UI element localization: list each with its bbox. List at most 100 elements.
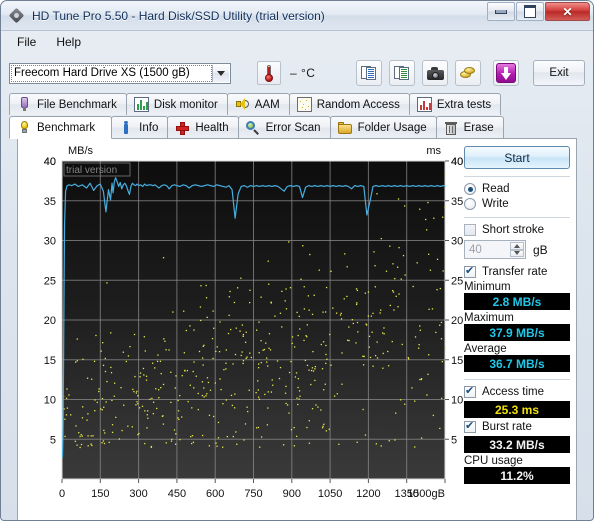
svg-text:0: 0 <box>59 488 65 500</box>
folder-icon <box>337 121 353 136</box>
coins-icon[interactable] <box>455 60 481 86</box>
spinner-arrows[interactable] <box>510 242 524 257</box>
toolbar-buttons: Exit <box>349 60 585 86</box>
svg-text:1050: 1050 <box>318 488 342 500</box>
menu-item-help[interactable]: Help <box>46 33 91 51</box>
magnifier-icon <box>245 120 261 136</box>
svg-text:300: 300 <box>129 488 147 500</box>
svg-text:450: 450 <box>168 488 186 500</box>
svg-text:MB/s: MB/s <box>68 145 94 157</box>
tab-row-secondary: Benchmark Info Health Error Scan Folder … <box>9 116 585 139</box>
tab-label: Error Scan <box>265 122 321 134</box>
tab-error-scan[interactable]: Error Scan <box>237 116 331 139</box>
drive-select-dropdown[interactable]: Freecom Hard Drive XS (1500 gB) <box>9 62 231 84</box>
checkbox-transfer-rate[interactable]: Transfer rate <box>464 264 570 278</box>
exit-button[interactable]: Exit <box>533 60 585 86</box>
tab-random-access[interactable]: Random Access <box>288 93 410 115</box>
checkbox-access-time-label: Access time <box>482 386 544 398</box>
tab-info[interactable]: Info <box>111 116 169 139</box>
svg-text:1200: 1200 <box>356 488 380 500</box>
svg-text:ms: ms <box>426 145 441 157</box>
tab-label: Health <box>195 122 229 134</box>
tab-aam[interactable]: AAM <box>226 93 290 115</box>
maximize-button[interactable] <box>516 2 544 21</box>
tab-label: Benchmark <box>37 121 96 134</box>
checkbox-burst-rate-label: Burst rate <box>482 421 532 433</box>
checkbox-burst-rate[interactable]: Burst rate <box>464 419 570 433</box>
tab-folder-usage[interactable]: Folder Usage <box>329 116 437 139</box>
benchmark-options-panel: Start Read Write Short stroke 40 gB ✔ Tr… <box>458 139 576 520</box>
svg-text:25: 25 <box>44 275 56 287</box>
tab-benchmark[interactable]: Benchmark <box>9 116 113 139</box>
tab-erase[interactable]: Erase <box>435 116 504 139</box>
radio-write-indicator[interactable] <box>464 198 476 210</box>
trash-icon <box>444 121 459 136</box>
stat-cpu-usage-label: CPU usage <box>464 455 523 467</box>
download-icon[interactable] <box>493 60 519 86</box>
svg-text:5: 5 <box>50 434 56 446</box>
tab-label: Random Access <box>316 98 400 111</box>
title-bar: HD Tune Pro 5.50 - Hard Disk/SSD Utility… <box>1 1 593 31</box>
short-stroke-size-input[interactable]: 40 <box>464 240 526 259</box>
menu-item-file[interactable]: File <box>7 33 46 51</box>
minimize-button[interactable] <box>487 2 515 21</box>
toolbar: Freecom Hard Drive XS (1500 gB) – °C Exi… <box>1 53 593 93</box>
bar-chart-icon <box>133 97 149 112</box>
tab-label: Folder Usage <box>357 122 427 134</box>
svg-text:600: 600 <box>206 488 224 500</box>
svg-text:trial version: trial version <box>66 165 117 176</box>
start-button[interactable]: Start <box>464 146 570 169</box>
svg-text:5: 5 <box>451 434 457 446</box>
close-button[interactable]: ✕ <box>545 2 590 21</box>
svg-text:150: 150 <box>91 488 109 500</box>
radio-read-label: Read <box>482 183 510 195</box>
stat-access-time-value: 25.3 ms <box>464 401 570 418</box>
checkbox-transfer-rate-indicator[interactable] <box>464 264 476 278</box>
app-window: HD Tune Pro 5.50 - Hard Disk/SSD Utility… <box>0 0 594 521</box>
divider <box>464 217 570 218</box>
red-cross-icon <box>175 121 190 136</box>
export-icon[interactable] <box>389 60 415 86</box>
radio-read-indicator[interactable] <box>464 183 476 195</box>
screenshot-icon[interactable] <box>422 60 448 86</box>
svg-text:35: 35 <box>44 196 56 208</box>
window-title: HD Tune Pro 5.50 - Hard Disk/SSD Utility… <box>32 8 325 23</box>
checkbox-burst-rate-indicator[interactable] <box>464 419 476 433</box>
tab-file-benchmark[interactable]: File Benchmark <box>9 93 127 115</box>
tab-extra-tests[interactable]: Extra tests <box>408 93 502 115</box>
svg-text:30: 30 <box>44 236 56 248</box>
tab-label: Disk monitor <box>153 98 218 111</box>
checkbox-access-time-indicator[interactable] <box>464 384 476 398</box>
divider <box>464 176 570 177</box>
spinner-down-icon[interactable] <box>510 249 524 257</box>
tab-health[interactable]: Health <box>167 116 239 139</box>
short-stroke-size-row: 40 gB <box>464 240 570 259</box>
checkbox-transfer-rate-label: Transfer rate <box>482 266 548 278</box>
checkbox-short-stroke-label: Short stroke <box>482 224 544 236</box>
stat-cpu-usage-value: 11.2% <box>464 467 570 484</box>
spinner-up-icon[interactable] <box>510 242 524 250</box>
checkbox-short-stroke[interactable]: Short stroke <box>464 224 570 236</box>
radio-write[interactable]: Write <box>464 198 570 210</box>
thermometer-icon[interactable] <box>257 61 281 85</box>
chevron-down-icon[interactable] <box>212 64 229 82</box>
divider <box>464 379 570 380</box>
checkbox-access-time[interactable]: Access time <box>464 384 570 398</box>
svg-text:1500gB: 1500gB <box>407 488 445 500</box>
stat-burst-rate-value: 33.2 MB/s <box>464 436 570 453</box>
checkbox-short-stroke-indicator[interactable] <box>464 224 476 236</box>
lightbulb-icon <box>17 120 32 135</box>
tab-label: Info <box>139 122 159 134</box>
tab-label: Extra tests <box>436 98 492 111</box>
copy-icon[interactable] <box>356 60 382 86</box>
radio-read[interactable]: Read <box>464 183 570 195</box>
temperature-readout: – °C <box>290 66 316 80</box>
window-controls: ✕ <box>486 2 590 21</box>
benchmark-panel: trial version MB/s ms 5 10 15 20 25 30 35 40 5 10 15 2… <box>17 138 577 520</box>
speaker-icon <box>235 97 250 112</box>
app-logo-icon <box>8 7 26 25</box>
tab-label: AAM <box>254 98 280 111</box>
usb-drive-icon <box>17 97 32 112</box>
drive-select-value: Freecom Hard Drive XS (1500 gB) <box>14 67 190 79</box>
tab-disk-monitor[interactable]: Disk monitor <box>125 93 228 115</box>
